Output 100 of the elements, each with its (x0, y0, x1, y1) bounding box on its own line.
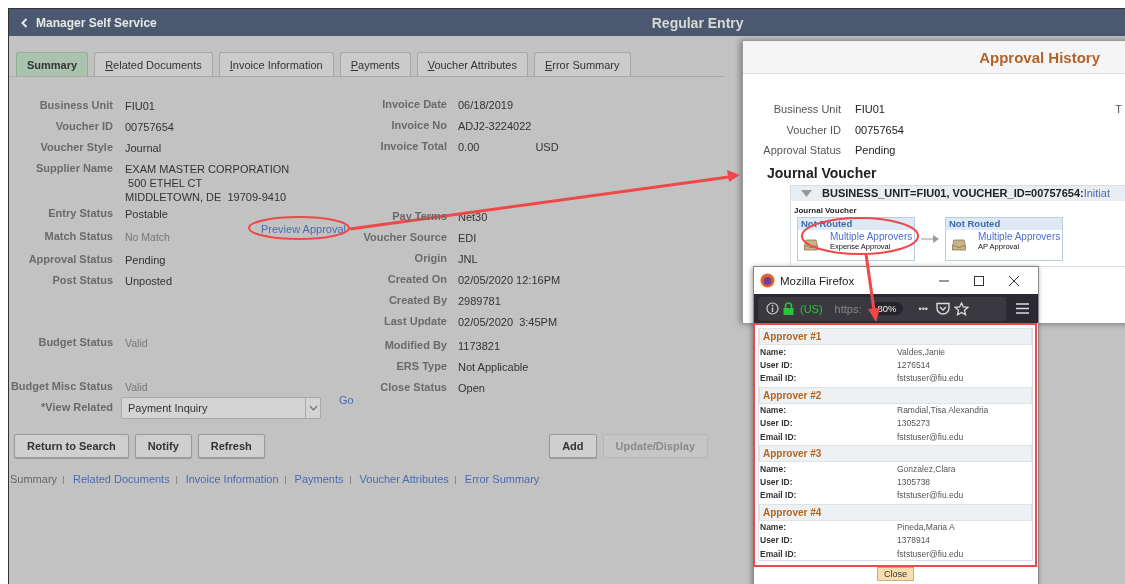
section-title: Journal Voucher (766, 164, 878, 181)
tab[interactable]: Summary (16, 52, 89, 76)
page-title: Regular Entry (651, 14, 744, 31)
approver-link[interactable]: Multiple Approvers (978, 230, 1061, 242)
field-value: EDI (458, 231, 477, 245)
field-value: fststuser@fiu.edu (897, 548, 964, 559)
field-value: Journal (125, 141, 162, 155)
site-region: (US) (800, 302, 823, 315)
close-icon[interactable] (1008, 274, 1020, 287)
field-label: Business Unit (772, 103, 841, 117)
field-label: Voucher ID (785, 123, 841, 138)
pocket-icon[interactable] (936, 302, 950, 315)
field-value: fststuser@fiu.edu (897, 490, 964, 501)
field-value: 1378914 (897, 535, 931, 546)
field-value: 1276514 (897, 359, 931, 370)
back-button[interactable]: Manager Self Service (9, 15, 157, 30)
caret-down-icon (308, 405, 318, 411)
tab[interactable]: Invoice Information (218, 52, 334, 76)
field-value: Pending (855, 144, 896, 158)
tab[interactable]: Payments (339, 52, 411, 76)
currency-value: USD (535, 140, 559, 154)
field-label: Budget Misc Status (9, 380, 113, 394)
field-label: Name: (759, 405, 787, 416)
field-label: Email ID: (759, 548, 798, 559)
field-value: 02/05/2020 12:16PM (458, 273, 561, 287)
inbox-icon (804, 238, 818, 251)
field-value: 00757654 (125, 120, 174, 134)
field-value: 1305738 (897, 476, 931, 487)
field-value: 500 ETHEL CT (127, 176, 204, 190)
field-label: Budget Status (37, 336, 113, 350)
field-label: Match Status (43, 230, 113, 244)
url-text: https: (834, 302, 862, 315)
field-value: Unposted (125, 274, 173, 288)
menu-icon[interactable] (1016, 303, 1029, 314)
arrow-right-icon (921, 234, 939, 243)
annotation-arrow (864, 253, 880, 322)
firefox-logo-icon (760, 273, 775, 288)
field-value: Open (458, 381, 485, 395)
field-label: Approval Status (762, 144, 841, 158)
process-status: Initiat (1083, 187, 1110, 199)
field-label: ERS Type (395, 360, 447, 372)
field-value: 0.00 (458, 140, 480, 154)
field-label: Name: (759, 522, 787, 533)
field-value: ADJ2-3224022 (458, 119, 532, 133)
close-button[interactable]: Close (877, 567, 914, 582)
star-icon[interactable] (954, 301, 969, 316)
field-value: No Match (125, 230, 170, 244)
approver-header: Approver #3 (759, 445, 1032, 463)
tab[interactable]: Voucher Attributes (416, 52, 528, 76)
field-label: Post Status (51, 274, 113, 288)
process-key: BUSINESS_UNIT=FIU01, VOUCHER_ID=00757654: (822, 187, 1084, 199)
field-value: Postable (125, 207, 168, 221)
action-button[interactable]: Notify (134, 434, 192, 458)
maximize-icon[interactable] (973, 274, 985, 287)
field-label: User ID: (759, 535, 794, 546)
field-value: fststuser@fiu.edu (897, 431, 964, 442)
field-label: Voucher Source (362, 231, 447, 243)
action-button[interactable]: Refresh (197, 434, 265, 458)
field-value: Gonzalez,Clara (897, 463, 956, 474)
field-value: 2989781 (458, 294, 501, 308)
field-label: Invoice Date (381, 98, 447, 110)
field-label: Invoice No (390, 119, 447, 131)
tab[interactable]: Related Documents (94, 52, 213, 76)
approver-link[interactable]: Multiple Approvers (830, 230, 913, 242)
field-value: MIDDLETOWN, DE 19709-9410 (125, 190, 288, 204)
info-icon[interactable] (766, 302, 779, 315)
step-status: Not Routed (946, 217, 1062, 230)
view-related-dropdown[interactable]: Payment Inquiry (121, 397, 321, 419)
more-menu[interactable]: ••• (918, 303, 928, 314)
field-value: Ramdial,Tisa Alexandria (897, 405, 989, 416)
field-label: Voucher Style (39, 141, 113, 155)
field-label: Name: (759, 346, 787, 357)
inbox-icon (952, 238, 966, 251)
window-title: Approval History (979, 48, 1100, 66)
field-label: Invoice Total (379, 140, 447, 152)
field-value: FIU01 (125, 99, 155, 113)
tab[interactable]: Error Summary (533, 52, 631, 76)
field-label: User ID: (759, 476, 794, 487)
field-label: Modified By (383, 339, 447, 351)
field-label: T (1115, 103, 1122, 117)
field-value: fststuser@fiu.edu (897, 372, 964, 383)
field-value: Net30 (458, 210, 488, 224)
field-value: Valid (125, 380, 148, 394)
field-value: Pineda,Maria A (897, 522, 955, 533)
field-value: Valid (125, 336, 148, 350)
approver-header: Approver #1 (759, 328, 1032, 345)
field-value: 1305273 (897, 418, 931, 429)
field-value: JNL (458, 252, 478, 266)
field-label: Email ID: (759, 431, 798, 442)
field-label: Email ID: (759, 490, 798, 501)
field-label: Created On (386, 273, 447, 285)
field-label: Email ID: (759, 372, 798, 383)
action-button[interactable]: Return to Search (14, 434, 129, 458)
action-button[interactable]: Add (549, 434, 597, 458)
approver-header: Approver #2 (759, 386, 1032, 404)
field-label: Close Status (379, 381, 447, 393)
field-label: *View Related (40, 401, 113, 413)
field-value: FIU01 (855, 103, 885, 117)
field-label: Approval Status (27, 253, 113, 267)
field-value: 00757654 (855, 123, 904, 138)
